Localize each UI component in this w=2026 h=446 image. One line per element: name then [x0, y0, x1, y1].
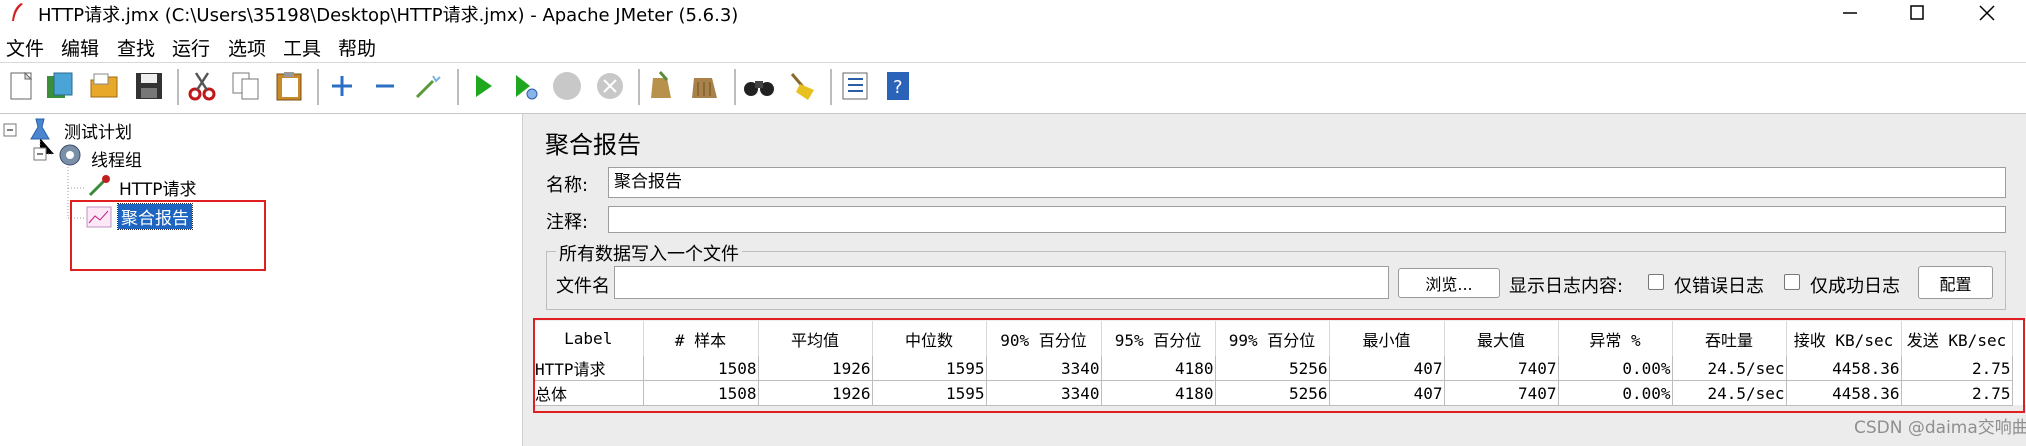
panel-title: 聚合报告	[545, 131, 641, 159]
configure-button[interactable]: 配置	[1918, 266, 1993, 299]
thread-group-gear-icon	[59, 144, 81, 166]
help-button[interactable]: ?	[879, 67, 917, 105]
toolbar-separator	[734, 69, 736, 105]
open-button[interactable]	[86, 67, 124, 105]
test-plan-tree: 测试计划 线程组 HTTP请求 聚合报告	[0, 114, 522, 446]
new-file-icon	[10, 71, 33, 100]
tree-item-thread-group[interactable]: 线程组	[91, 146, 142, 171]
help-book-icon: ?	[887, 72, 909, 100]
test-plan-icon	[30, 118, 50, 140]
highlight-box-tree	[70, 200, 266, 271]
errors-only-checkbox[interactable]	[1648, 274, 1664, 290]
browse-button[interactable]: 浏览...	[1398, 268, 1500, 298]
success-only-checkbox[interactable]	[1784, 274, 1800, 290]
clear-broom-icon	[651, 71, 671, 98]
menu-run[interactable]: 运行	[172, 34, 210, 61]
list-icon	[842, 72, 868, 100]
success-only-label: 仅成功日志	[1810, 276, 1900, 297]
comment-field[interactable]	[608, 206, 2006, 233]
name-field[interactable]: 聚合报告	[608, 167, 2006, 198]
cut-button[interactable]	[183, 67, 221, 105]
function-helper-button[interactable]	[836, 67, 874, 105]
close-button[interactable]	[1957, 0, 2017, 25]
templates-button[interactable]	[41, 67, 79, 105]
maximize-button[interactable]	[1887, 0, 1947, 25]
menu-options[interactable]: 选项	[228, 34, 266, 61]
maximize-icon	[1910, 4, 1924, 20]
highlight-box-table	[533, 318, 2025, 413]
clear-all-button[interactable]	[687, 67, 725, 105]
save-disk-icon	[136, 73, 162, 99]
title-bar: HTTP请求.jmx (C:\Users\35198\Desktop\HTTP请…	[0, 0, 2026, 26]
plus-icon	[332, 76, 352, 96]
toggle-wand-icon	[415, 75, 441, 99]
play-icon	[476, 75, 492, 97]
open-folder-icon	[90, 73, 118, 98]
start-button[interactable]	[463, 67, 501, 105]
binoculars-icon	[744, 81, 774, 96]
clear-button[interactable]	[644, 67, 682, 105]
toolbar: ?	[0, 63, 2026, 114]
shutdown-icon	[597, 73, 623, 99]
svg-text:?: ?	[893, 77, 903, 98]
toggle-button[interactable]	[409, 67, 447, 105]
copy-button[interactable]	[227, 67, 265, 105]
errors-only-label: 仅错误日志	[1674, 276, 1764, 297]
http-sampler-pipette-icon	[88, 175, 110, 197]
toolbar-separator	[317, 69, 319, 105]
menu-file[interactable]: 文件	[6, 34, 44, 61]
toolbar-separator	[830, 69, 832, 105]
window-title: HTTP请求.jmx (C:\Users\35198\Desktop\HTTP请…	[38, 5, 739, 26]
toolbar-separator	[638, 69, 640, 105]
reset-search-button[interactable]	[783, 67, 821, 105]
start-no-pauses-button[interactable]	[506, 67, 544, 105]
search-button[interactable]	[740, 67, 778, 105]
minimize-icon	[1843, 11, 1857, 14]
file-group-title: 所有数据写入一个文件	[556, 240, 742, 266]
close-icon	[1979, 4, 1995, 21]
stop-button	[548, 67, 586, 105]
minus-icon	[376, 84, 394, 88]
shutdown-button	[591, 67, 629, 105]
menu-help[interactable]: 帮助	[338, 34, 376, 61]
collapse-all-button[interactable]	[366, 67, 404, 105]
paste-button[interactable]	[270, 67, 308, 105]
clear-all-icon	[692, 78, 717, 98]
menu-bar: 文件 编辑 查找 运行 选项 工具 帮助	[0, 30, 2026, 63]
minimize-button[interactable]	[1820, 0, 1880, 25]
csdn-watermark: CSDN @daima交响曲	[1854, 418, 2026, 438]
new-button[interactable]	[2, 67, 40, 105]
scissors-icon	[188, 72, 216, 101]
filename-field[interactable]	[614, 266, 1389, 299]
play-no-timers-icon	[516, 75, 538, 100]
expand-all-button[interactable]	[323, 67, 361, 105]
broom-icon	[790, 73, 814, 100]
save-button[interactable]	[130, 67, 168, 105]
log-content-label: 显示日志内容:	[1509, 276, 1624, 297]
tree-item-http-request[interactable]: HTTP请求	[119, 175, 197, 200]
paste-clipboard-icon	[276, 72, 302, 101]
toolbar-separator	[177, 69, 179, 105]
copy-icon	[232, 72, 259, 100]
menu-search[interactable]: 查找	[117, 34, 155, 61]
jmeter-feather-icon	[12, 3, 23, 21]
toolbar-separator	[457, 69, 459, 105]
name-label: 名称:	[546, 175, 589, 196]
filename-label: 文件名	[556, 276, 610, 297]
stop-icon	[553, 72, 581, 100]
tree-item-test-plan[interactable]: 测试计划	[64, 118, 132, 143]
menu-edit[interactable]: 编辑	[61, 34, 99, 61]
comment-label: 注释:	[546, 212, 589, 233]
templates-icon	[47, 72, 73, 98]
menu-tools[interactable]: 工具	[283, 34, 321, 61]
